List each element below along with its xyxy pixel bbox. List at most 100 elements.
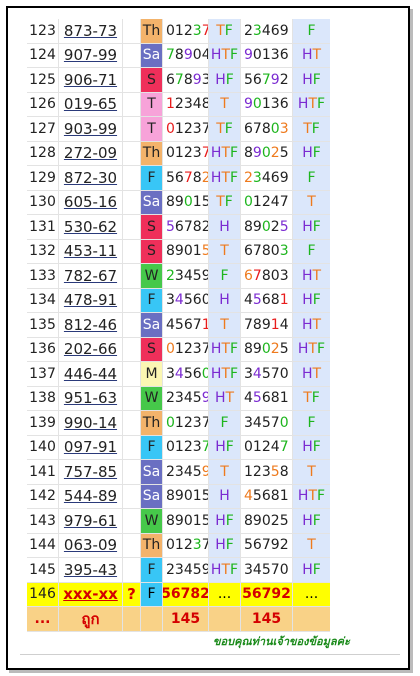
tag-char: T <box>220 96 229 113</box>
digit-char: 8 <box>270 488 280 505</box>
digit-char: 7 <box>279 194 289 211</box>
draw-date[interactable]: 782-67 <box>59 264 123 288</box>
digit-char: 9 <box>270 537 280 554</box>
digit-char: 3 <box>192 145 202 162</box>
digit-char: 2 <box>166 390 175 407</box>
draw-date[interactable]: 757-85 <box>59 460 123 484</box>
digit-char: 2 <box>270 145 280 162</box>
draw-date[interactable]: 097-91 <box>59 435 123 459</box>
row-number: 139 <box>27 411 59 435</box>
draw-date[interactable]: 812-46 <box>59 313 123 337</box>
table-row: 135812-46Sa45671T78914HT <box>27 313 330 338</box>
digit-char: 5 <box>192 267 202 284</box>
digit-char: 1 <box>270 316 280 333</box>
digit-char: 8 <box>270 390 280 407</box>
digit-char: 2 <box>183 439 193 456</box>
day-cell: Th <box>141 533 163 557</box>
digits-set-1: 01237 <box>163 141 209 165</box>
table-row: 142544-89Sa89015H45681HTF <box>27 484 330 509</box>
draw-date[interactable]: 019-65 <box>59 92 123 116</box>
draw-date[interactable]: 605-16 <box>59 190 123 214</box>
digit-char: 2 <box>183 145 193 162</box>
spacer-cell <box>123 484 141 508</box>
digit-char: 3 <box>174 561 184 578</box>
day-cell: Sa <box>141 484 163 508</box>
digit-char: 5 <box>174 316 184 333</box>
draw-date[interactable]: 202-66 <box>59 337 123 361</box>
digit-char: 3 <box>252 169 262 186</box>
tags-set-2: T <box>293 190 330 214</box>
draw-date[interactable]: 990-14 <box>59 411 123 435</box>
tag-char: F <box>220 414 229 431</box>
day-cell: M <box>141 362 163 386</box>
draw-date[interactable]: 478-91 <box>59 288 123 312</box>
digit-char: 7 <box>202 145 208 161</box>
tag-char: F <box>224 22 233 39</box>
draw-date[interactable]: 544-89 <box>59 484 123 508</box>
draw-date[interactable]: 873-73 <box>59 19 123 43</box>
digit-char: 0 <box>261 218 271 235</box>
digit-char: 6 <box>270 169 280 186</box>
digit-char: 7 <box>279 439 289 456</box>
digit-char: 0 <box>166 145 175 162</box>
tag-char: F <box>312 439 321 456</box>
draw-date[interactable]: 979-61 <box>59 509 123 533</box>
digit-char: 8 <box>244 145 253 162</box>
digit-char: 9 <box>261 316 271 333</box>
digit-char: 4 <box>244 292 253 309</box>
digit-char: 8 <box>244 341 253 358</box>
draw-date[interactable]: 951-63 <box>59 386 123 410</box>
day-cell: Th <box>141 141 163 165</box>
tags-set-2: TF <box>293 117 330 141</box>
digits-set-2: 45681 <box>241 288 293 312</box>
unknown-mark: ? <box>123 582 141 606</box>
draw-date[interactable]: 272-09 <box>59 141 123 165</box>
digit-char: 9 <box>252 218 262 235</box>
digits-set-1: 01237 <box>163 337 209 361</box>
draw-date[interactable]: 906-71 <box>59 68 123 92</box>
day-cell: S <box>141 239 163 263</box>
tag-char: H <box>301 365 313 382</box>
digit-char: 1 <box>192 488 202 505</box>
draw-date[interactable]: 903-99 <box>59 117 123 141</box>
digits-set-2: 67803 <box>241 239 293 263</box>
digit-char: 7 <box>261 71 271 88</box>
digits-set-1: 01237 <box>163 411 209 435</box>
draw-date[interactable]: 907-99 <box>59 43 123 67</box>
thanks-caption: ขอบคุณท่านเจ้าของข้อมูลค่ะ <box>213 635 350 648</box>
tag-char: T <box>221 561 231 578</box>
digit-char: 6 <box>174 169 184 186</box>
draw-date[interactable]: 395-43 <box>59 558 123 582</box>
tag-char: F <box>225 512 234 529</box>
draw-date[interactable]: 872-30 <box>59 166 123 190</box>
tag-char: T <box>221 47 231 64</box>
tag-char: T <box>221 341 231 358</box>
digit-char: 5 <box>261 365 271 382</box>
row-number: 136 <box>27 337 59 361</box>
digit-char: 7 <box>174 71 184 88</box>
digit-char: 4 <box>244 390 253 407</box>
tags-set-2: HT <box>293 362 330 386</box>
digit-char: 2 <box>261 194 271 211</box>
draw-date[interactable]: xxx-xx <box>59 582 123 606</box>
tag-char: H <box>214 390 226 407</box>
tags-set-2: HTF <box>293 337 330 361</box>
draw-date[interactable]: 446-44 <box>59 362 123 386</box>
digit-char: 2 <box>261 439 271 456</box>
tags-set-2: HF <box>293 141 330 165</box>
digit-char: 8 <box>183 71 193 88</box>
tag-char: H <box>297 96 309 113</box>
digit-char: 7 <box>202 23 208 39</box>
tags-set-1: H <box>209 215 241 239</box>
tag-char: F <box>224 194 233 211</box>
draw-date[interactable]: 453-11 <box>59 239 123 263</box>
spacer-cell <box>123 411 141 435</box>
draw-date[interactable]: 530-62 <box>59 215 123 239</box>
digit-char: 9 <box>252 512 262 529</box>
digits-set-2: 56792 <box>241 68 293 92</box>
digit-char: 0 <box>261 341 271 358</box>
digit-char: 9 <box>174 243 184 260</box>
digit-char: 9 <box>202 464 208 480</box>
draw-date[interactable]: 063-09 <box>59 533 123 557</box>
tag-char: F <box>307 243 316 260</box>
